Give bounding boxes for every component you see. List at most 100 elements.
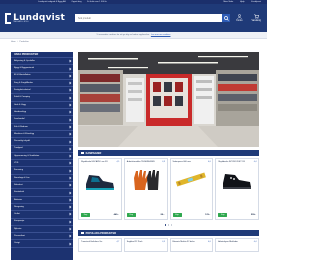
glove-icon: [133, 170, 159, 190]
sidebar-item[interactable]: Farg & Fargtillbehor: [11, 80, 73, 88]
sidebar-item[interactable]: Tradgard: [11, 146, 73, 153]
sidebar-item-label: Ovrigt: [14, 242, 20, 245]
pager-dot[interactable]: [170, 224, 173, 226]
utility-link-my-pages[interactable]: Mina Sidor: [223, 1, 233, 3]
logo-subtitle: TRADGARD & BYGG: [13, 22, 29, 23]
sidebar-item[interactable]: El & Elinstallation: [11, 73, 73, 80]
chevron-right-icon: [68, 67, 72, 70]
buy-button[interactable]: Kop: [172, 213, 182, 217]
product-card[interactable]: Arbetshandske TEGERA 8805 4,3 Kop 89:-: [123, 158, 168, 220]
chevron-right-icon: [68, 59, 72, 63]
sidebar-item[interactable]: Kampanjer: [11, 219, 73, 226]
hero-store-image[interactable]: [78, 52, 259, 147]
sidebar-item[interactable]: Fastighetsskotsel: [11, 87, 73, 95]
sidebar-item[interactable]: Presentkort: [11, 233, 73, 241]
utility-link-support[interactable]: Kundtjanst: [251, 1, 261, 3]
sidebar-item[interactable]: Ovrigt: [11, 240, 73, 248]
sidebar-item-label: Kemteknik: [14, 191, 24, 194]
chevron-right-icon: [68, 118, 72, 121]
popular-product-card[interactable]: Sagblad 22 Pack 4,5: [123, 238, 168, 252]
sidebar-item[interactable]: Maskiner & Elverktyg: [11, 131, 73, 139]
chevron-right-icon: [68, 89, 72, 92]
sidebar-item[interactable]: Nyheter: [11, 226, 73, 234]
product-rating: 4,7: [116, 240, 120, 243]
sidebar-item-label: Fastighetsskotsel: [14, 89, 31, 92]
utility-text: Fri frakt over 1 000 kr: [87, 0, 107, 3]
chevron-right-icon: [68, 235, 72, 238]
sidebar-item[interactable]: Smaslapp & Lim: [11, 175, 73, 183]
sidebar-item[interactable]: Jarnhandel: [11, 116, 73, 124]
product-price: 89:-: [160, 214, 165, 217]
sidebar-item[interactable]: Kok & Badrum: [11, 124, 73, 131]
pager-dot[interactable]: [167, 224, 170, 226]
product-image: [171, 166, 211, 194]
shoe-icon: [223, 174, 252, 189]
campaigns-title: KAMPANJER: [85, 151, 102, 155]
chevron-right-icon: [68, 220, 72, 223]
product-card[interactable]: Skyddssko ESCAPE Low S3 4,5 Kop 449:-: [78, 158, 122, 220]
sidebar-item[interactable]: VVS: [11, 160, 73, 168]
pager-dot[interactable]: [164, 224, 167, 226]
sidebar-item[interactable]: Outlet: [11, 211, 73, 219]
chevron-right-icon: [68, 147, 72, 150]
sidebar-item[interactable]: Handverktyg: [11, 109, 73, 117]
sidebar-item-label: Nyheter: [14, 227, 22, 230]
sidebar-item-label: Fritid & Camping: [14, 96, 30, 99]
breadcrumb-separator: ›: [17, 40, 18, 43]
product-card[interactable]: Vattenpass 600 mm 4,6 Kop 129:-: [169, 158, 214, 220]
utility-link-help[interactable]: Hjalp: [240, 1, 245, 3]
breadcrumb-home[interactable]: Hem: [11, 41, 16, 44]
sidebar-item-label: Handverktyg: [14, 110, 27, 113]
popular-section: POPULARA PRODUKTER Tumstock Hultafors 2m…: [78, 230, 259, 252]
popular-product-card[interactable]: Bitssats Makita 32 delar 4,6: [169, 238, 214, 252]
sidebar-item[interactable]: Batterier: [11, 197, 73, 204]
product-card[interactable]: Skyddssko SKYROCKET S3 4,4 Kop 599:-: [215, 158, 259, 220]
search-input[interactable]: [75, 14, 223, 22]
sidebar-item[interactable]: Golv & Vagg: [11, 102, 73, 110]
product-rating: 4,3: [162, 160, 165, 163]
campaign-products: Skyddssko ESCAPE Low S3 4,5 Kop 449:- Ar…: [78, 158, 259, 220]
buy-button[interactable]: Kop: [218, 213, 228, 217]
section-marker-icon: [81, 151, 84, 155]
search-icon: [223, 15, 229, 21]
chevron-right-icon: [68, 154, 72, 158]
spirit-level-icon: [176, 172, 207, 187]
sidebar-item[interactable]: Personligt skydd: [11, 138, 73, 146]
chevron-right-icon: [68, 140, 72, 143]
popular-product-card[interactable]: Arbetsbyxa Blaklader 4,4: [215, 238, 259, 252]
sidebar-item[interactable]: Belysning & Ljuskallor: [11, 58, 73, 66]
account-link[interactable]: Konto: [236, 13, 243, 23]
sidebar-item[interactable]: Kemteknik: [11, 189, 73, 197]
chevron-right-icon: [68, 132, 72, 136]
header-links: Konto Varukorg: [236, 13, 261, 23]
breadcrumb-current: Produkter: [19, 40, 29, 43]
sidebar-item[interactable]: Rengoring: [11, 204, 73, 212]
popular-product-card[interactable]: Tumstock Hultafors 2m 4,7: [78, 238, 122, 252]
sidebar-item-label: Jarnhandel: [14, 118, 25, 121]
chevron-right-icon: [68, 176, 72, 180]
product-name: Arbetshandske TEGERA 8805: [126, 160, 155, 163]
notice-link[interactable]: Las mer om cookies: [151, 34, 171, 37]
sidebar-item[interactable]: Forvaring: [11, 167, 73, 175]
buy-button[interactable]: Kop: [126, 213, 136, 217]
sidebar-list: Belysning & Ljuskallor Bygg & Byggmateria…: [11, 58, 73, 248]
sidebar-item-label: Batterier: [14, 198, 23, 201]
account-label: Konto: [236, 18, 243, 22]
cart-link[interactable]: Varukorg: [251, 13, 261, 23]
search-button[interactable]: [222, 14, 231, 22]
buy-button[interactable]: Kop: [81, 213, 90, 217]
chevron-right-icon: [68, 125, 72, 129]
sidebar-item[interactable]: Uppvarmning & Ventilation: [11, 153, 73, 161]
cookie-notice: Vi anvander cookies for att ge dig en ba…: [0, 32, 267, 39]
utility-text: Oppet idag: [71, 0, 82, 3]
sidebar-item-label: Personligt skydd: [14, 140, 30, 143]
product-rating: 4,5: [116, 160, 120, 163]
chevron-right-icon: [68, 242, 72, 245]
sidebar-item-label: Kampanjer: [14, 220, 25, 223]
chevron-right-icon: [68, 96, 72, 99]
sidebar-item[interactable]: Sakerhet: [11, 182, 73, 190]
sidebar-item[interactable]: Bygg & Byggmaterial: [11, 65, 73, 73]
product-image: [126, 166, 166, 194]
sidebar-item-label: Tradgard: [14, 147, 23, 150]
sidebar-item[interactable]: Fritid & Camping: [11, 94, 73, 102]
